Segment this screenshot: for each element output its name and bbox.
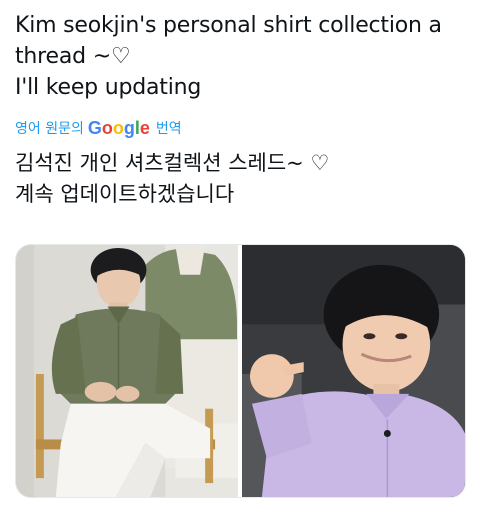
photo-olive-shirt: [16, 245, 238, 497]
photo-lavender-shirt: [242, 245, 465, 497]
tweet-text-line: I'll keep updating: [15, 75, 202, 100]
media-grid: [15, 244, 466, 498]
translated-text: 김석진 개인 셔츠컬렉션 스레드~ ♡ 계속 업데이트하겠습니다: [15, 148, 475, 210]
translate-suffix: 번역: [155, 121, 182, 137]
translated-text-line: 계속 업데이트하겠습니다: [15, 182, 235, 206]
translate-link[interactable]: 영어 원문의 Google 번역: [15, 116, 182, 140]
translate-prefix: 영어 원문의: [15, 121, 84, 137]
media-photo-1[interactable]: [16, 245, 238, 497]
translated-text-line: 김석진 개인 셔츠컬렉션 스레드~ ♡: [15, 151, 330, 175]
tweet-text-line: Kim seokjin's personal shirt collection …: [15, 13, 442, 38]
tweet-text-line: thread ~♡: [15, 44, 131, 69]
media-photo-2[interactable]: [242, 245, 465, 497]
google-logo: Google: [87, 117, 150, 138]
tweet-text: Kim seokjin's personal shirt collection …: [15, 10, 475, 103]
